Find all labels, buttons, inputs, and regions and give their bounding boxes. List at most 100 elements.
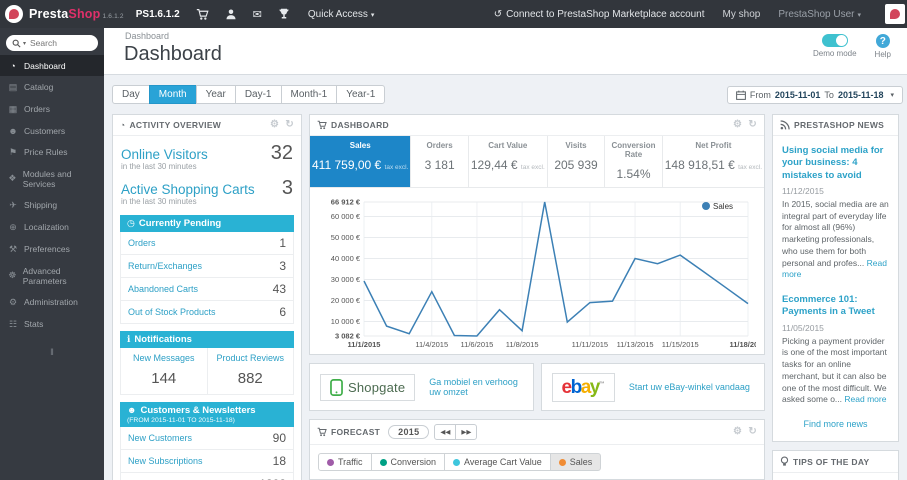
kpi-orders[interactable]: Orders 3 181 (411, 136, 469, 187)
read-more-link[interactable]: Read more (844, 394, 886, 404)
kpi-cart-value[interactable]: Cart Value 129,44 € tax excl. (469, 136, 548, 187)
sidebar-item-dashboard[interactable]: ◔ Dashboard (0, 55, 104, 76)
brand[interactable]: PrestaShop 1.6.1.2 (29, 7, 124, 21)
ebay-logo[interactable]: ebay™ (551, 372, 615, 402)
toggle-conversion[interactable]: Conversion (370, 453, 446, 471)
range-month-1-button[interactable]: Month-1 (280, 85, 338, 104)
svg-text:30 000 €: 30 000 € (331, 275, 361, 284)
svg-text:66 912 €: 66 912 € (331, 198, 361, 207)
product-reviews-cell[interactable]: Product Reviews 882 (206, 348, 294, 394)
sidebar-item-localization[interactable]: ⊕ Localization (0, 216, 104, 238)
date-range-toolbar: Day Month Year Day-1 Month-1 Year-1 From… (112, 85, 903, 104)
chevron-down-icon: ▾ (857, 11, 861, 19)
range-day-button[interactable]: Day (112, 85, 150, 104)
sidebar-item-orders[interactable]: ▦ Orders (0, 98, 104, 120)
prestashop-logo-icon[interactable] (5, 5, 23, 23)
customers-row-new-customers: New Customers 90 (120, 427, 294, 450)
date-to: 2015-11-18 (837, 89, 884, 100)
sidebar-item-price-rules[interactable]: ⚑ Price Rules (0, 141, 104, 163)
svg-text:11/11/2015: 11/11/2015 (572, 340, 608, 349)
kpi-sales[interactable]: Sales 411 759,00 € tax excl. (310, 136, 412, 187)
shopgate-logo[interactable]: Shopgate (320, 373, 416, 401)
new-messages-cell[interactable]: New Messages 144 (121, 348, 207, 394)
forecast-forward-button[interactable]: ▶▶ (455, 424, 478, 440)
help-icon[interactable]: ? (875, 34, 890, 48)
kpi-visits[interactable]: Visits 205 939 (548, 136, 606, 187)
news-article-title[interactable]: Using social media for your business: 4 … (782, 145, 889, 182)
online-visitors-link[interactable]: Online Visitors (121, 147, 208, 162)
refresh-icon[interactable]: ↻ (285, 120, 294, 130)
sales-dot-icon (558, 458, 566, 466)
demo-mode-toggle[interactable] (821, 34, 848, 47)
toggle-traffic[interactable]: Traffic (318, 453, 372, 471)
svg-text:11/4/2015: 11/4/2015 (415, 340, 448, 349)
search-scope-caret-icon[interactable]: ▾ (23, 40, 26, 47)
active-carts-value: 3 (281, 177, 293, 199)
gear-icon[interactable]: ⚙ (733, 120, 742, 130)
shop-name[interactable]: PS1.6.1.2 (136, 9, 180, 20)
range-day-1-button[interactable]: Day-1 (234, 85, 282, 104)
date-range-picker[interactable]: From 2015-11-01 To 2015-11-18 ▾ (726, 85, 903, 104)
refresh-icon[interactable]: ↻ (748, 427, 757, 437)
sidebar-item-preferences[interactable]: ⚒ Preferences (0, 238, 104, 260)
find-more-news-link[interactable]: Find more news (782, 419, 889, 429)
top-bar: PrestaShop 1.6.1.2 PS1.6.1.2 ✉ Quick Acce… (0, 0, 907, 28)
cart-icon[interactable] (196, 8, 209, 21)
my-shop-link[interactable]: My shop (723, 9, 761, 20)
refresh-icon[interactable]: ↻ (748, 120, 757, 130)
gear-icon[interactable]: ⚙ (270, 120, 279, 130)
range-month-button[interactable]: Month (148, 85, 197, 104)
kpi-net-profit[interactable]: Net Profit 148 918,51 € tax excl. (663, 136, 764, 187)
toggle-sales[interactable]: Sales (549, 453, 602, 471)
svg-text:20 000 €: 20 000 € (331, 296, 361, 305)
help-control: ? Help (875, 34, 891, 59)
brand-presta: Presta (29, 7, 69, 21)
news-article-date: 11/12/2015 (782, 186, 824, 197)
breadcrumb[interactable]: Dashboard (125, 31, 169, 41)
sidebar-item-advanced-parameters[interactable]: ☸ Advanced Parameters (0, 260, 104, 291)
shopgate-link[interactable]: Ga mobiel en verhoog uw omzet (429, 377, 522, 397)
toggle-average-cart-value[interactable]: Average Cart Value (444, 453, 551, 471)
quick-access-menu[interactable]: Quick Access ▾ (308, 9, 375, 20)
user-avatar[interactable] (885, 4, 905, 24)
gear-icon[interactable]: ⚙ (733, 427, 742, 437)
module-banners: Shopgate Ga mobiel en verhoog uw omzet e… (309, 363, 765, 411)
main-content: Day Month Year Day-1 Month-1 Year-1 From… (104, 74, 907, 480)
forecast-year-badge[interactable]: 2015 (388, 425, 430, 439)
forecast-back-button[interactable]: ◀◀ (434, 424, 457, 440)
currently-pending-header: ◷ Currently Pending (120, 215, 294, 232)
sidebar-item-administration[interactable]: ⚙ Administration (0, 291, 104, 313)
range-year-button[interactable]: Year (195, 85, 236, 104)
ebay-link[interactable]: Start uw eBay-winkel vandaag (629, 382, 750, 392)
dashboard-panel-title: DASHBOARD (331, 120, 389, 130)
sidebar-collapse-button[interactable]: ‖ (0, 347, 104, 357)
pending-row-returns: Return/Exchanges 3 (120, 255, 294, 278)
news-article-title[interactable]: Ecommerce 101: Payments in a Tweet (782, 294, 889, 319)
average-cart-value-dot-icon (453, 458, 461, 466)
trophy-icon[interactable] (278, 8, 290, 20)
news-panel-title: PRESTASHOP NEWS (794, 120, 885, 130)
user-menu[interactable]: PrestaShop User ▾ (778, 9, 861, 20)
search-icon (12, 39, 21, 48)
search-input[interactable] (28, 37, 85, 49)
kpi-conversion-rate[interactable]: Conversion Rate 1.54% (605, 136, 663, 187)
sidebar-item-modules[interactable]: ❖ Modules and Services (0, 163, 104, 194)
marketplace-connect-link[interactable]: ↺ Connect to PrestaShop Marketplace accou… (494, 9, 705, 20)
sales-line-chart[interactable]: 3 082 €10 000 €20 000 €30 000 €40 000 €5… (318, 194, 756, 350)
pending-row-abandoned-carts: Abandoned Carts 43 (120, 278, 294, 301)
news-article: Ecommerce 101: Payments in a Tweet 11/05… (782, 294, 889, 406)
svg-text:11/13/2015: 11/13/2015 (617, 340, 654, 349)
sidebar-item-stats[interactable]: ☷ Stats (0, 313, 104, 335)
sidebar-item-customers[interactable]: ☻ Customers (0, 120, 104, 141)
svg-text:60 000 €: 60 000 € (331, 212, 361, 221)
shopgate-banner: Shopgate Ga mobiel en verhoog uw omzet (309, 363, 534, 411)
kpi-row: Sales 411 759,00 € tax excl. Orders 3 18… (310, 136, 764, 188)
active-carts-link[interactable]: Active Shopping Carts (121, 182, 255, 197)
sidebar-item-catalog[interactable]: ▤ Catalog (0, 76, 104, 98)
sidebar-item-shipping[interactable]: ✈ Shipping (0, 194, 104, 216)
messages-icon[interactable]: ✉ (253, 8, 262, 21)
range-year-1-button[interactable]: Year-1 (336, 85, 386, 104)
pending-row-out-of-stock: Out of Stock Products 6 (120, 301, 294, 324)
profile-icon[interactable] (225, 8, 237, 20)
sidebar: ▾ ◔Dashboard ▤Catalog ▦Orders ☻Customers… (0, 28, 104, 480)
